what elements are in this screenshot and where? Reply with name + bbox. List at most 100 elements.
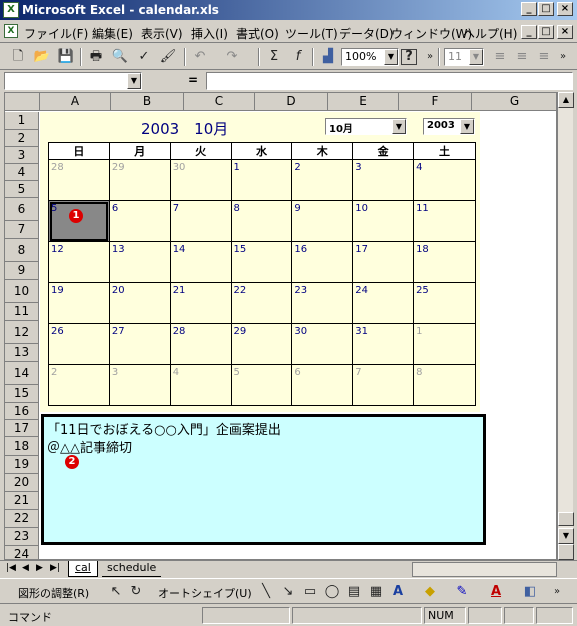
calendar-day-cell[interactable]: 18 xyxy=(413,241,476,283)
calendar-day-cell[interactable]: 19 xyxy=(48,282,110,324)
toolbar-overflow-icon[interactable]: » xyxy=(424,47,436,67)
calendar-day-cell[interactable]: 20 xyxy=(108,282,171,324)
row-header[interactable]: 5 xyxy=(5,181,39,198)
row-header[interactable]: 14 xyxy=(5,362,39,385)
menu-edit[interactable]: 編集(E) xyxy=(92,25,133,42)
calendar-day-cell[interactable]: 3 xyxy=(352,159,415,201)
calendar-day-cell[interactable]: 2 xyxy=(291,159,354,201)
calendar-day-cell[interactable]: 30 xyxy=(291,323,354,365)
help-icon[interactable]: ? xyxy=(401,49,417,65)
next-sheet-icon[interactable]: ▶ xyxy=(36,563,43,573)
horizontal-scrollbar[interactable] xyxy=(412,562,557,577)
sheet-tab-cal[interactable]: cal xyxy=(68,561,98,577)
new-file-icon[interactable]: 🗋 xyxy=(8,47,28,67)
calendar-day-cell[interactable]: 21 xyxy=(169,282,232,324)
name-box[interactable]: ▼ xyxy=(4,72,142,90)
calendar-day-cell[interactable]: 9 xyxy=(291,200,354,242)
redo-icon[interactable]: ↷ xyxy=(222,47,242,67)
calendar-day-cell[interactable]: 1 xyxy=(413,323,476,365)
font-color-icon[interactable]: A xyxy=(486,582,506,602)
calendar-day-cell[interactable]: 25 xyxy=(413,282,476,324)
row-header[interactable]: 21 xyxy=(5,492,39,510)
toolbar-overflow-icon[interactable]: » xyxy=(556,47,570,67)
autoshape-menu[interactable]: オートシェイプ(U) xyxy=(158,585,252,601)
wordart-icon[interactable]: A xyxy=(388,582,408,602)
excel-app-icon[interactable]: X xyxy=(3,2,19,18)
close-button[interactable]: × xyxy=(557,2,573,16)
menu-help[interactable]: ヘルプ(H) xyxy=(463,25,517,42)
menu-view[interactable]: 表示(V) xyxy=(141,25,183,42)
first-sheet-icon[interactable]: |◀ xyxy=(6,563,16,573)
function-icon[interactable]: f xyxy=(288,47,308,67)
calendar-day-cell[interactable]: 7 xyxy=(352,364,415,406)
row-header[interactable]: 17 xyxy=(5,420,39,437)
row-header[interactable]: 19 xyxy=(5,456,39,474)
calendar-day-cell[interactable]: 5 xyxy=(230,364,293,406)
doc-minimize-button[interactable]: _ xyxy=(521,25,537,39)
align-center-icon[interactable]: ≡ xyxy=(512,47,532,67)
doc-restore-button[interactable]: □ xyxy=(538,25,554,39)
row-header[interactable]: 12 xyxy=(5,321,39,344)
worksheet-grid[interactable]: A B C D E F G 1 2 3 4 5 6 7 8 9 10 11 12 13 14 15 16 17 1… xyxy=(4,92,557,560)
calendar-day-cell[interactable]: 30 xyxy=(169,159,232,201)
print-preview-icon[interactable]: 🔍 xyxy=(110,47,130,67)
row-header[interactable]: 15 xyxy=(5,385,39,403)
calendar-day-cell[interactable]: 15 xyxy=(230,241,293,283)
sheet-tab-schedule[interactable]: schedule xyxy=(102,561,162,577)
month-select[interactable]: 10月 ▼ xyxy=(325,118,407,135)
rectangle-icon[interactable]: ▭ xyxy=(300,582,320,602)
open-folder-icon[interactable]: 📂 xyxy=(32,47,52,67)
scroll-up-icon[interactable]: ▲ xyxy=(558,92,574,108)
row-header[interactable]: 1 xyxy=(5,112,39,130)
calendar-day-cell[interactable]: 17 xyxy=(352,241,415,283)
line-color-icon[interactable]: ✎ xyxy=(452,582,472,602)
3d-style-icon[interactable]: ◧ xyxy=(520,582,540,602)
formula-equals[interactable]: = xyxy=(188,73,198,87)
row-header[interactable]: 4 xyxy=(5,164,39,181)
vertical-scrollbar[interactable]: ▲ ▼ xyxy=(557,92,574,560)
row-header[interactable]: 16 xyxy=(5,403,39,420)
last-sheet-icon[interactable]: ▶| xyxy=(50,563,60,573)
calendar-day-cell[interactable]: 16 xyxy=(291,241,354,283)
row-header[interactable]: 13 xyxy=(5,344,39,362)
doc-close-button[interactable]: × xyxy=(557,25,573,39)
calendar-day-cell[interactable]: 31 xyxy=(352,323,415,365)
row-header[interactable]: 2 xyxy=(5,130,39,147)
calendar-day-cell[interactable]: 6 xyxy=(291,364,354,406)
calendar-day-cell[interactable]: 6 xyxy=(108,200,171,242)
row-header[interactable]: 3 xyxy=(5,147,39,164)
row-header[interactable]: 22 xyxy=(5,510,39,528)
row-header[interactable]: 7 xyxy=(5,221,39,239)
menu-window[interactable]: ウィンドウ(W) xyxy=(391,25,472,42)
calendar-day-cell[interactable]: 3 xyxy=(108,364,171,406)
align-right-icon[interactable]: ≡ xyxy=(534,47,554,67)
select-pointer-icon[interactable]: ↖ xyxy=(106,582,126,602)
column-header-a[interactable]: A xyxy=(40,93,111,111)
calendar-day-cell[interactable]: 13 xyxy=(108,241,171,283)
row-header[interactable]: 10 xyxy=(5,280,39,303)
minimize-button[interactable]: _ xyxy=(521,2,537,16)
column-header-f[interactable]: F xyxy=(399,93,472,111)
save-icon[interactable]: 💾 xyxy=(56,47,76,67)
calendar-day-cell[interactable]: 2 xyxy=(48,364,110,406)
calendar-day-cell[interactable]: 10 xyxy=(352,200,415,242)
scroll-thumb[interactable] xyxy=(558,512,574,526)
maximize-button[interactable]: □ xyxy=(538,2,554,16)
menu-insert[interactable]: 挿入(I) xyxy=(191,25,228,42)
column-header-d[interactable]: D xyxy=(255,93,328,111)
calendar-day-cell[interactable]: 23 xyxy=(291,282,354,324)
font-size-select[interactable]: 11 ▼ xyxy=(444,48,484,66)
calendar-day-cell[interactable]: 11 xyxy=(413,200,476,242)
arrow-icon[interactable]: ↘ xyxy=(278,582,298,602)
rotate-icon[interactable]: ↻ xyxy=(126,582,146,602)
clipart-icon[interactable]: ▦ xyxy=(366,582,386,602)
row-header[interactable]: 24 xyxy=(5,546,39,559)
calendar-day-cell[interactable]: 7 xyxy=(169,200,232,242)
menu-file[interactable]: ファイル(F) xyxy=(24,25,88,42)
row-header[interactable]: 18 xyxy=(5,437,39,456)
format-painter-icon[interactable]: 🖌 xyxy=(158,47,178,67)
calendar-day-cell[interactable]: 28 xyxy=(48,159,110,201)
calendar-day-cell[interactable]: 24 xyxy=(352,282,415,324)
chart-wizard-icon[interactable]: ▟ xyxy=(318,47,338,67)
align-left-icon[interactable]: ≡ xyxy=(490,47,510,67)
